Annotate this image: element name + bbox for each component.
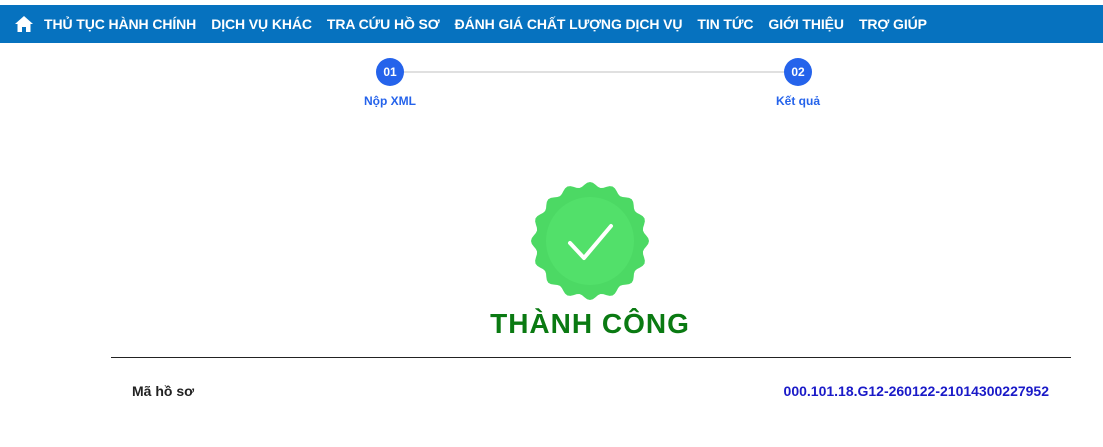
nav-item-help[interactable]: TRỢ GIÚP [859,16,927,32]
record-code-label: Mã hồ sơ [132,383,195,399]
nav-item-service-quality-rating[interactable]: ĐÁNH GIÁ CHẤT LƯỢNG DỊCH VỤ [455,16,683,32]
step-1-label: Nộp XML [364,94,416,108]
divider [111,357,1071,358]
nav-item-other-services[interactable]: DỊCH VỤ KHÁC [211,16,312,32]
nav-item-administrative-procedures[interactable]: THỦ TỤC HÀNH CHÍNH [44,16,196,32]
step-1-number: 01 [376,58,404,86]
home-icon [15,16,33,32]
step-2-label: Kết quả [775,94,821,108]
step-2-number: 02 [784,58,812,86]
nav-item-news[interactable]: TIN TỨC [697,16,753,32]
record-code-value: 000.101.18.G12-260122-21014300227952 [783,383,1049,399]
checkmark-badge-icon [531,182,649,300]
top-navigation-bar: THỦ TỤC HÀNH CHÍNH DỊCH VỤ KHÁC TRA CỨU … [0,5,1103,43]
nav-item-about[interactable]: GIỚI THIỆU [768,16,844,32]
home-button[interactable] [14,14,34,34]
stepper-connector-line [390,71,798,73]
success-title: THÀNH CÔNG [490,308,690,339]
nav-item-lookup-records[interactable]: TRA CỨU HỒ SƠ [327,16,440,32]
